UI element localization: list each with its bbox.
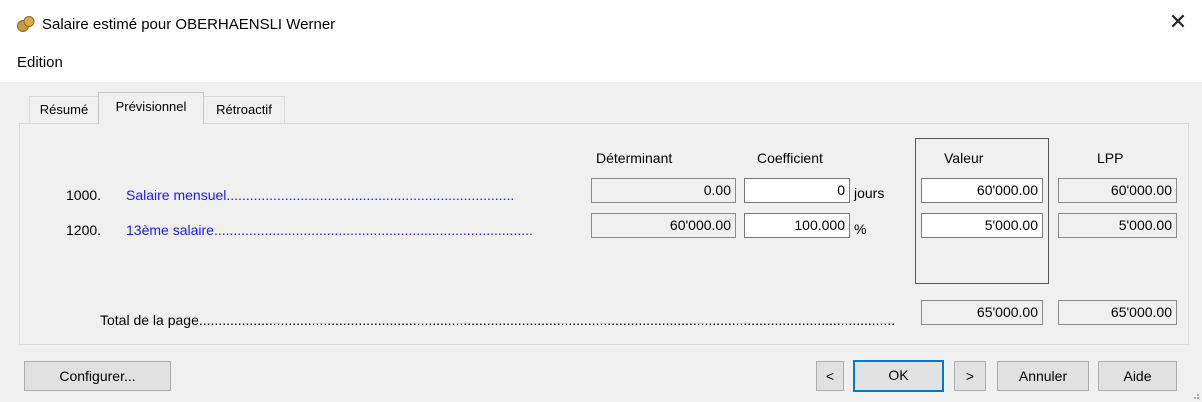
close-icon[interactable]: ✕ [1166, 11, 1190, 35]
valeur-input[interactable]: 5'000.00 [921, 213, 1043, 238]
column-header-valeur: Valeur [944, 150, 984, 166]
column-header-lpp: LPP [1097, 150, 1124, 166]
menu-bar: Edition [0, 48, 1202, 76]
coefficient-input[interactable]: 0 [744, 178, 850, 203]
determinant-field: 0.00 [591, 178, 736, 203]
total-valeur-field: 65'000.00 [921, 300, 1043, 325]
row-label-link[interactable]: Salaire mensuel.........................… [126, 187, 574, 203]
valeur-input[interactable]: 60'000.00 [921, 178, 1043, 203]
tab-resume[interactable]: Résumé [29, 96, 99, 123]
unit-label: jours [854, 185, 885, 201]
configurer-button[interactable]: Configurer... [24, 361, 171, 391]
annuler-button[interactable]: Annuler [997, 361, 1089, 391]
app-coins-icon [17, 16, 35, 32]
coefficient-input[interactable]: 100.000 [744, 213, 850, 238]
row-code: 1200. [66, 222, 102, 238]
lpp-field: 5'000.00 [1058, 213, 1177, 238]
total-label: Total de la page........................… [100, 312, 895, 328]
aide-button[interactable]: Aide [1098, 361, 1177, 391]
column-header-coefficient: Coefficient [757, 150, 823, 166]
row-code: 1000. [66, 187, 102, 203]
window-title: Salaire estimé pour OBERHAENSLI Werner [42, 16, 336, 33]
unit-label: % [854, 221, 867, 237]
resize-grip-icon[interactable] [1190, 390, 1200, 400]
ok-button[interactable]: OK [853, 360, 944, 392]
previous-button[interactable]: < [816, 361, 844, 391]
next-button[interactable]: > [954, 361, 986, 391]
row-label-link[interactable]: 13ème salaire...........................… [126, 222, 574, 238]
tab-previsionnel[interactable]: Prévisionnel [98, 92, 204, 124]
title-bar: Salaire estimé pour OBERHAENSLI Werner ✕ [0, 0, 1202, 46]
column-header-determinant: Déterminant [596, 150, 673, 166]
menu-edition[interactable]: Edition [17, 54, 63, 71]
tab-retroactif[interactable]: Rétroactif [203, 96, 285, 123]
lpp-field: 60'000.00 [1058, 178, 1177, 203]
total-lpp-field: 65'000.00 [1058, 300, 1177, 325]
determinant-field: 60'000.00 [591, 213, 736, 238]
